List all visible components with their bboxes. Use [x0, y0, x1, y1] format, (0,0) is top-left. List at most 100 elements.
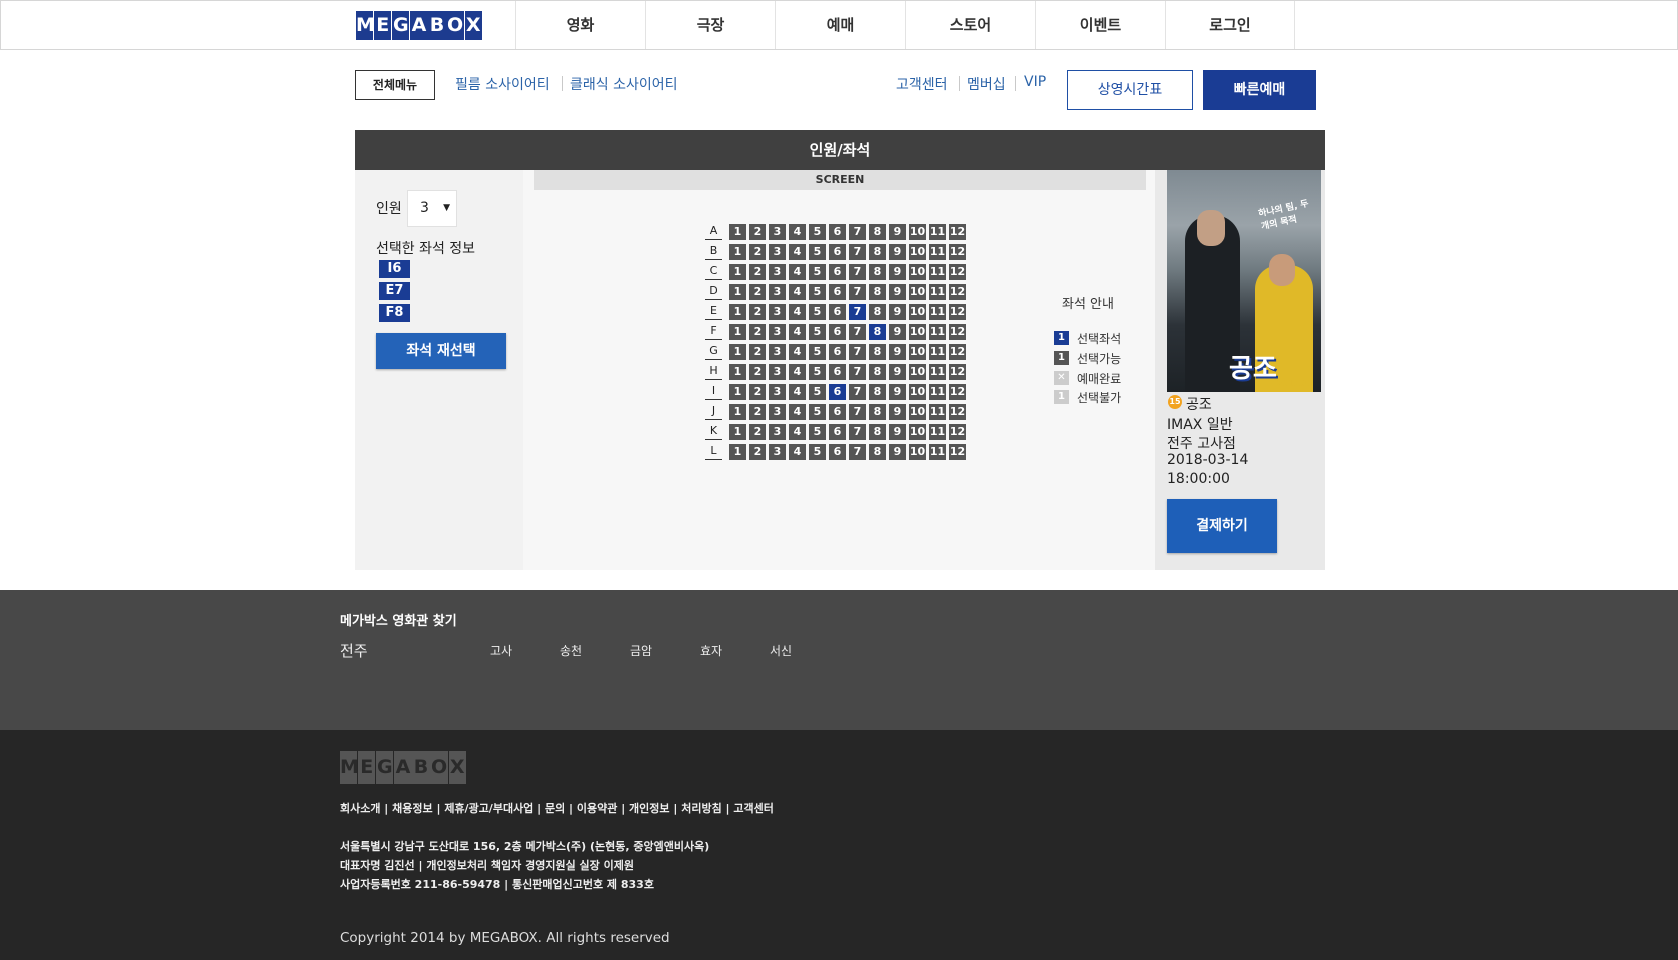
seat-g10[interactable]: 10 [909, 344, 926, 360]
seat-d7[interactable]: 7 [849, 284, 866, 300]
seat-j3[interactable]: 3 [769, 404, 786, 420]
seat-k9[interactable]: 9 [889, 424, 906, 440]
seat-j4[interactable]: 4 [789, 404, 806, 420]
seat-k3[interactable]: 3 [769, 424, 786, 440]
seat-b11[interactable]: 11 [929, 244, 946, 260]
reselect-seats-button[interactable]: 좌석 재선택 [376, 333, 506, 369]
seat-h3[interactable]: 3 [769, 364, 786, 380]
seat-l3[interactable]: 3 [769, 444, 786, 460]
seat-b12[interactable]: 12 [949, 244, 966, 260]
seat-d1[interactable]: 1 [729, 284, 746, 300]
seat-b6[interactable]: 6 [829, 244, 846, 260]
seat-f8[interactable]: 8 [869, 324, 886, 340]
seat-h2[interactable]: 2 [749, 364, 766, 380]
seat-d5[interactable]: 5 [809, 284, 826, 300]
seat-i4[interactable]: 4 [789, 384, 806, 400]
seat-e6[interactable]: 6 [829, 304, 846, 320]
nav-movie[interactable]: 영화 [515, 1, 645, 49]
seat-e12[interactable]: 12 [949, 304, 966, 320]
seat-i7[interactable]: 7 [849, 384, 866, 400]
seat-c10[interactable]: 10 [909, 264, 926, 280]
seat-i2[interactable]: 2 [749, 384, 766, 400]
seat-k6[interactable]: 6 [829, 424, 846, 440]
seat-d2[interactable]: 2 [749, 284, 766, 300]
seat-f6[interactable]: 6 [829, 324, 846, 340]
seat-c8[interactable]: 8 [869, 264, 886, 280]
pay-button[interactable]: 결제하기 [1167, 499, 1277, 553]
branch-link[interactable]: 송천 [560, 642, 582, 659]
seat-c12[interactable]: 12 [949, 264, 966, 280]
seat-d9[interactable]: 9 [889, 284, 906, 300]
seat-a8[interactable]: 8 [869, 224, 886, 240]
seat-c4[interactable]: 4 [789, 264, 806, 280]
seat-i5[interactable]: 5 [809, 384, 826, 400]
seat-g11[interactable]: 11 [929, 344, 946, 360]
seat-c9[interactable]: 9 [889, 264, 906, 280]
branch-link[interactable]: 금암 [630, 642, 652, 659]
seat-c6[interactable]: 6 [829, 264, 846, 280]
seat-g1[interactable]: 1 [729, 344, 746, 360]
film-society-link[interactable]: 필름 소사이어티 [455, 74, 550, 94]
seat-k4[interactable]: 4 [789, 424, 806, 440]
seat-i8[interactable]: 8 [869, 384, 886, 400]
seat-j1[interactable]: 1 [729, 404, 746, 420]
membership-link[interactable]: 멤버십 [967, 74, 1006, 94]
seat-e7[interactable]: 7 [849, 304, 866, 320]
seat-h10[interactable]: 10 [909, 364, 926, 380]
seat-j11[interactable]: 11 [929, 404, 946, 420]
seat-b4[interactable]: 4 [789, 244, 806, 260]
seat-k2[interactable]: 2 [749, 424, 766, 440]
seat-f1[interactable]: 1 [729, 324, 746, 340]
seat-a11[interactable]: 11 [929, 224, 946, 240]
seat-h9[interactable]: 9 [889, 364, 906, 380]
seat-l9[interactable]: 9 [889, 444, 906, 460]
branch-link[interactable]: 고사 [490, 642, 512, 659]
seat-h1[interactable]: 1 [729, 364, 746, 380]
seat-a3[interactable]: 3 [769, 224, 786, 240]
seat-b8[interactable]: 8 [869, 244, 886, 260]
seat-k12[interactable]: 12 [949, 424, 966, 440]
seat-h4[interactable]: 4 [789, 364, 806, 380]
seat-b10[interactable]: 10 [909, 244, 926, 260]
seat-h7[interactable]: 7 [849, 364, 866, 380]
seat-b9[interactable]: 9 [889, 244, 906, 260]
nav-login[interactable]: 로그인 [1165, 1, 1295, 49]
people-count-select[interactable]: 3 ▼ [407, 190, 457, 227]
seat-c5[interactable]: 5 [809, 264, 826, 280]
seat-b7[interactable]: 7 [849, 244, 866, 260]
seat-a2[interactable]: 2 [749, 224, 766, 240]
quick-booking-button[interactable]: 빠른예매 [1203, 70, 1316, 110]
seat-l4[interactable]: 4 [789, 444, 806, 460]
seat-e10[interactable]: 10 [909, 304, 926, 320]
seat-k11[interactable]: 11 [929, 424, 946, 440]
seat-f2[interactable]: 2 [749, 324, 766, 340]
seat-l6[interactable]: 6 [829, 444, 846, 460]
seat-c7[interactable]: 7 [849, 264, 866, 280]
seat-h11[interactable]: 11 [929, 364, 946, 380]
seat-k8[interactable]: 8 [869, 424, 886, 440]
seat-d10[interactable]: 10 [909, 284, 926, 300]
seat-f11[interactable]: 11 [929, 324, 946, 340]
seat-e4[interactable]: 4 [789, 304, 806, 320]
seat-l5[interactable]: 5 [809, 444, 826, 460]
seat-g7[interactable]: 7 [849, 344, 866, 360]
seat-l7[interactable]: 7 [849, 444, 866, 460]
seat-i11[interactable]: 11 [929, 384, 946, 400]
branch-link[interactable]: 서신 [770, 642, 792, 659]
schedule-button[interactable]: 상영시간표 [1067, 70, 1193, 110]
seat-e5[interactable]: 5 [809, 304, 826, 320]
seat-l2[interactable]: 2 [749, 444, 766, 460]
seat-l1[interactable]: 1 [729, 444, 746, 460]
seat-j12[interactable]: 12 [949, 404, 966, 420]
seat-c1[interactable]: 1 [729, 264, 746, 280]
seat-a10[interactable]: 10 [909, 224, 926, 240]
seat-k5[interactable]: 5 [809, 424, 826, 440]
seat-d3[interactable]: 3 [769, 284, 786, 300]
seat-b1[interactable]: 1 [729, 244, 746, 260]
seat-l11[interactable]: 11 [929, 444, 946, 460]
seat-g4[interactable]: 4 [789, 344, 806, 360]
seat-g8[interactable]: 8 [869, 344, 886, 360]
seat-h5[interactable]: 5 [809, 364, 826, 380]
all-menu-button[interactable]: 전체메뉴 [355, 70, 435, 100]
seat-e2[interactable]: 2 [749, 304, 766, 320]
